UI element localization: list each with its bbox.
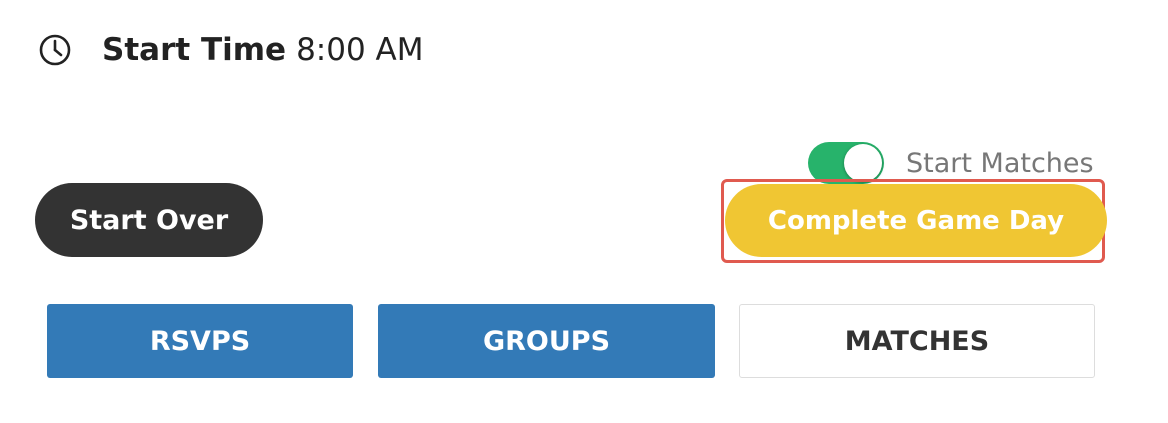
start-time-row: Start Time 8:00 AM (38, 26, 423, 74)
toggle-knob[interactable] (844, 144, 882, 182)
start-matches-toggle[interactable] (808, 142, 884, 184)
start-matches-label: Start Matches (906, 147, 1094, 179)
tab-rsvps[interactable]: RSVPS (47, 304, 353, 378)
start-over-button[interactable]: Start Over (35, 183, 263, 257)
start-time-label: Start Time (102, 32, 287, 68)
clock-icon (38, 33, 72, 67)
tab-groups[interactable]: GROUPS (378, 304, 715, 378)
complete-game-day-button[interactable]: Complete Game Day (725, 184, 1107, 257)
start-time-value: 8:00 AM (296, 32, 424, 68)
tab-matches[interactable]: MATCHES (739, 304, 1095, 378)
